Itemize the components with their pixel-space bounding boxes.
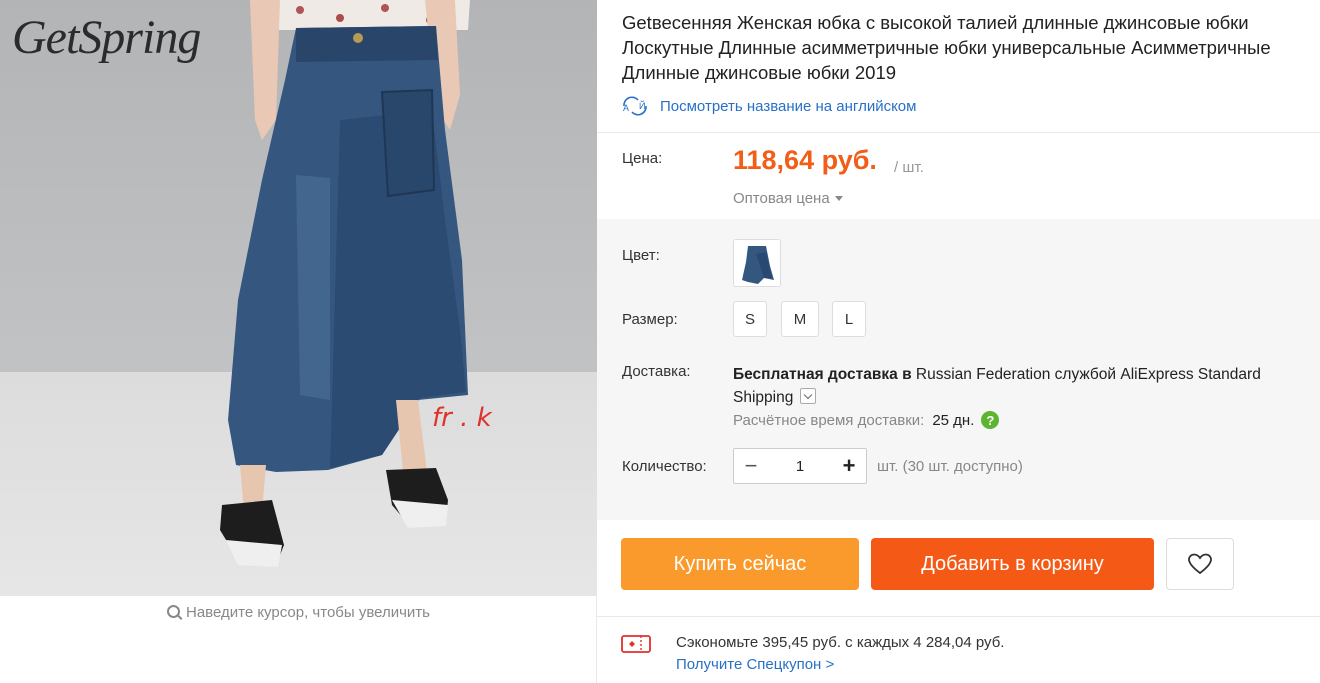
coupon-saving-text: Сэкономьте 395,45 руб. с каждых 4 284,04… — [676, 634, 1005, 651]
decrease-button[interactable]: − — [734, 449, 768, 483]
skirt-illustration — [220, 0, 470, 567]
divider — [597, 132, 1320, 133]
shipping-label: Доставка: — [622, 363, 691, 380]
quantity-label: Количество: — [622, 458, 707, 475]
skirt-thumbnail-icon — [734, 240, 780, 286]
zoom-hint-text: Наведите курсор, чтобы увеличить — [186, 604, 430, 621]
color-label: Цвет: — [622, 247, 660, 264]
magnifier-icon — [167, 605, 180, 618]
shipping-destination: Russian Federation — [915, 366, 1051, 383]
availability-text: шт. (30 шт. доступно) — [877, 458, 1023, 475]
price-unit: / шт. — [894, 159, 924, 176]
delivery-estimate: Расчётное время доставки: 25 дн. ? — [733, 411, 1000, 429]
get-coupon-link[interactable]: Получите Спецкупон > — [676, 656, 834, 673]
product-title: Getвесенняя Женская юбка с высокой талие… — [622, 12, 1271, 83]
price-value: 118,64 руб. — [733, 145, 877, 175]
size-option-l[interactable]: L — [832, 301, 866, 337]
caret-down-icon — [834, 196, 843, 201]
product-gallery: GetSpring fr . k Наведите курсор, чтобы … — [0, 0, 597, 683]
heart-icon — [1188, 553, 1212, 575]
svg-text:Й: Й — [639, 100, 645, 111]
product-info: Getвесенняя Женская юбка с высокой талие… — [597, 0, 1320, 683]
brand-logo: GetSpring — [12, 11, 201, 64]
size-label: Размер: — [622, 311, 678, 328]
product-options-panel: Цвет: Размер: S M L Доставка: Бесплатная… — [597, 219, 1320, 520]
zoom-hint: Наведите курсор, чтобы увеличить — [0, 604, 597, 621]
wishlist-button[interactable] — [1166, 538, 1234, 590]
buy-now-button[interactable]: Купить сейчас — [621, 538, 859, 590]
free-shipping-text: Бесплатная доставка в — [733, 366, 912, 383]
quantity-input[interactable]: 1 — [768, 458, 832, 475]
product-image[interactable]: GetSpring fr . k — [0, 0, 597, 596]
svg-text:A: A — [623, 103, 629, 113]
wholesale-label: Оптовая цена — [733, 190, 830, 207]
shipping-info: Бесплатная доставка в Russian Federation… — [733, 363, 1313, 409]
color-swatch[interactable] — [733, 239, 781, 287]
size-option-s[interactable]: S — [733, 301, 767, 337]
shipping-dropdown-icon[interactable] — [799, 388, 816, 404]
translate-icon: A Й — [620, 96, 650, 116]
translate-title-link[interactable]: A Й Посмотреть название на английском — [620, 96, 916, 116]
price-label: Цена: — [622, 150, 663, 167]
divider — [597, 616, 1320, 617]
translate-link-label: Посмотреть название на английском — [660, 97, 917, 115]
shipping-via: службой — [1054, 366, 1117, 383]
help-icon[interactable]: ? — [981, 411, 1000, 429]
increase-button[interactable]: + — [832, 449, 866, 483]
wholesale-price-toggle[interactable]: Оптовая цена — [733, 190, 843, 207]
quantity-stepper: − 1 + — [733, 448, 867, 484]
eta-label: Расчётное время доставки: — [733, 411, 925, 429]
size-option-m[interactable]: M — [781, 301, 819, 337]
coupon-icon — [621, 635, 651, 653]
add-to-cart-button[interactable]: Добавить в корзину — [871, 538, 1154, 590]
eta-value: 25 дн. — [932, 411, 975, 429]
watermark-text: fr . k — [432, 403, 492, 433]
